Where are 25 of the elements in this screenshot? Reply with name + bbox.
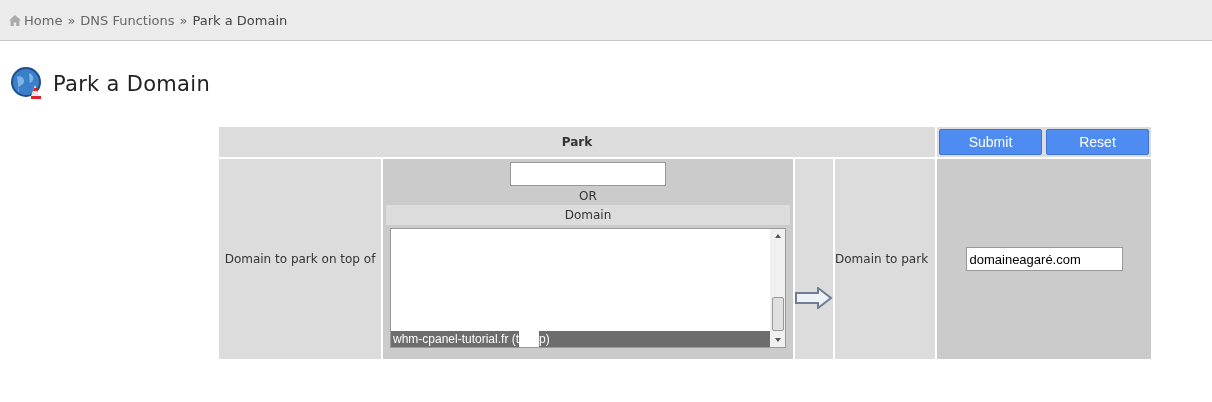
arrow-icon <box>795 287 833 309</box>
list-option[interactable]: whm-cpanel-tutorial.fr (t p) <box>391 331 770 347</box>
input-field[interactable] <box>510 162 666 186</box>
submit-button[interactable]: Submit <box>939 129 1042 155</box>
scrollbar[interactable] <box>770 229 785 347</box>
field-label: Domain to park <box>835 159 935 359</box>
scroll-up-icon[interactable] <box>773 233 782 239</box>
list-header: Domain <box>386 205 790 225</box>
breadcrumb-link[interactable]: DNS Functions <box>80 12 175 28</box>
or-label: OR <box>579 189 597 205</box>
breadcrumb-separator: » <box>179 12 188 28</box>
home-icon <box>9 14 21 26</box>
scrollbar-thumb[interactable] <box>771 297 784 331</box>
option-text: whm-cpanel-tutorial.fr (t <box>393 331 520 347</box>
field-label: Domain to park on top of <box>219 159 381 359</box>
domain-listbox[interactable]: whm-cpanel-tutorial.fr (t p) <box>390 228 786 348</box>
option-text: p) <box>539 331 550 347</box>
input-field[interactable]: domaineagaré.com <box>965 247 1123 271</box>
scroll-down-icon[interactable] <box>773 337 782 343</box>
table-header: Park <box>219 127 935 157</box>
page-title: Park a Domain <box>53 72 210 96</box>
breadcrumb-link[interactable]: Home <box>24 12 63 28</box>
reset-button[interactable]: Reset <box>1046 129 1149 155</box>
breadcrumb-separator: » <box>67 12 76 28</box>
breadcrumb-current: Park a Domain <box>192 12 288 28</box>
